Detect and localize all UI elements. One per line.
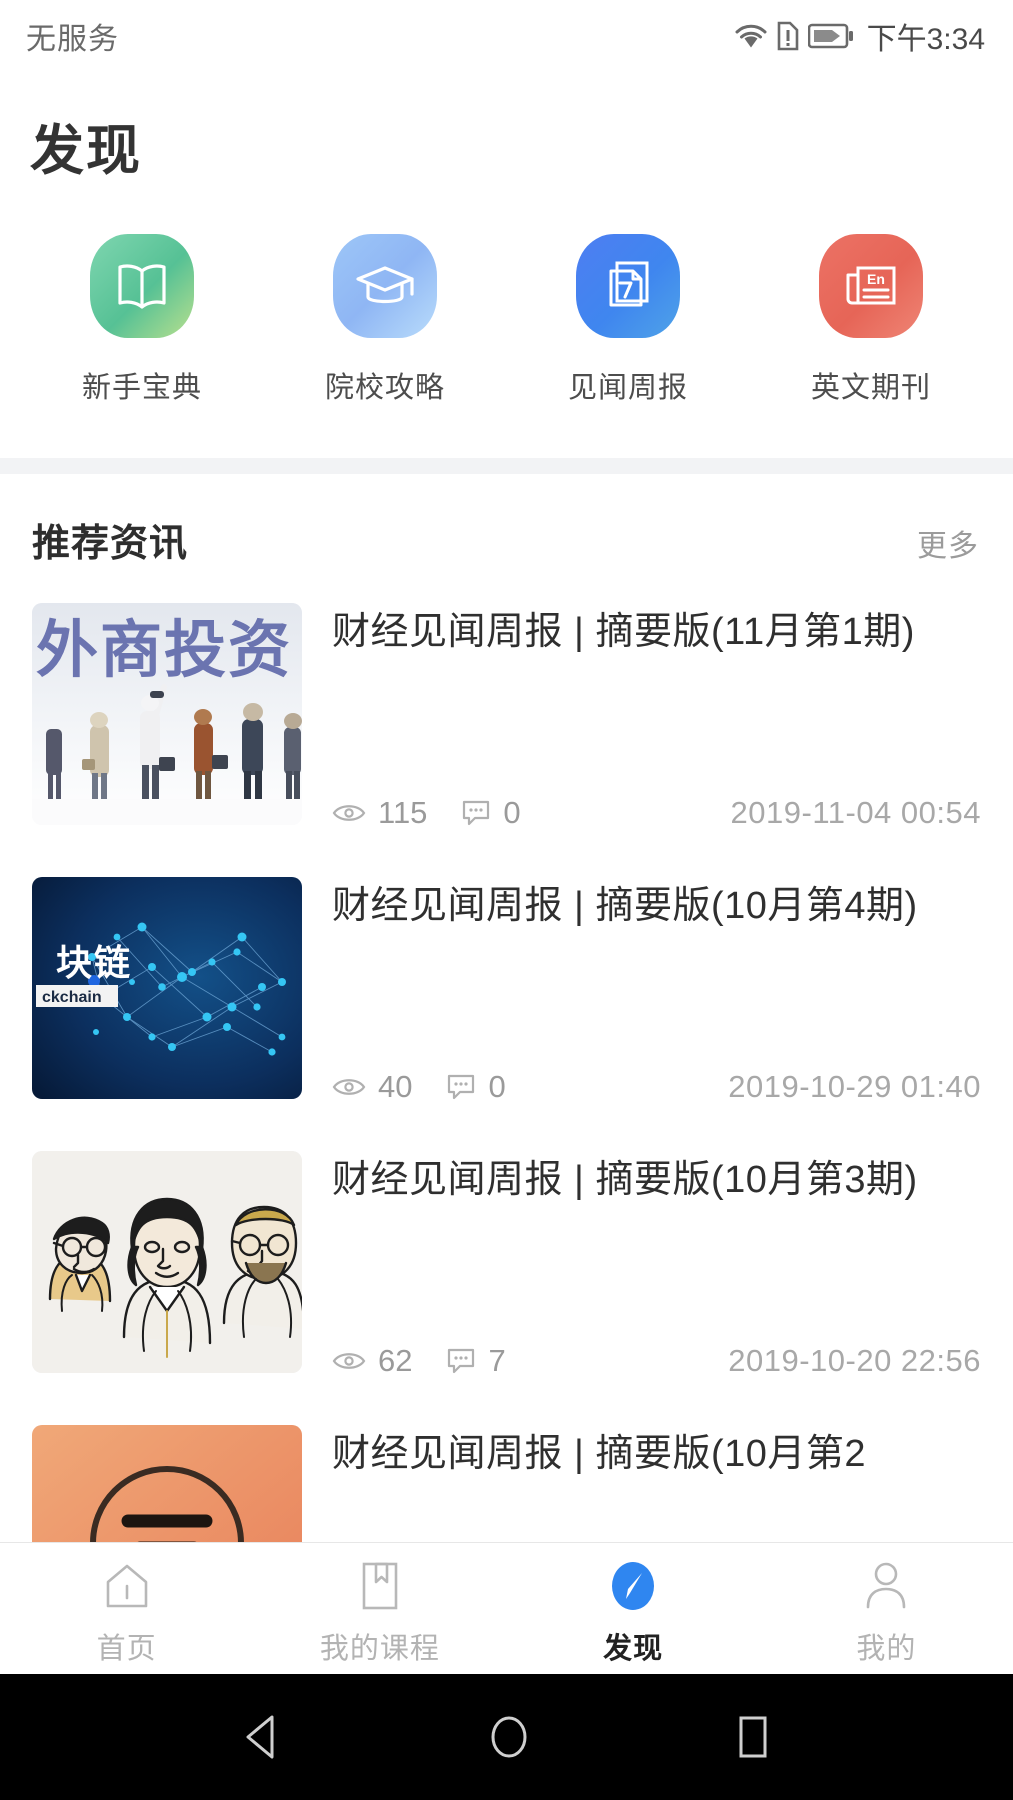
views-stat: 62 [332,1343,412,1379]
home-icon [104,1559,150,1613]
android-navigation-bar [0,1674,1013,1800]
list-item[interactable]: 外商投资 财经见闻周报 | 摘要版(11月第1期) 115 0 2019-11-… [0,589,1013,863]
back-triangle-icon[interactable] [240,1712,286,1762]
article-meta: 62 7 2019-10-20 22:56 [332,1343,981,1397]
views-stat: 40 [332,1069,412,1105]
article-date: 2019-10-20 22:56 [728,1343,981,1378]
nobel-portraits-thumb [32,1151,302,1373]
views-count: 115 [378,795,428,830]
shortcut-label: 英文期刊 [810,372,931,404]
eye-icon [332,1075,366,1099]
article-title: 财经见闻周报 | 摘要版(10月第2 [332,1433,867,1475]
eye-icon [332,801,366,825]
tab-my-courses[interactable]: 我的课程 [253,1559,506,1667]
article-meta: 40 0 2019-10-29 01:40 [332,1069,981,1123]
comments-stat: 7 [446,1343,506,1379]
sim-alert-icon [777,21,799,51]
shortcut-label: 新手宝典 [81,372,202,404]
status-bar: 无服务 下午3:34 [0,0,1013,72]
tab-label: 首页 [96,1633,157,1665]
section-divider [0,458,1013,474]
svg-text:ckchain: ckchain [42,989,102,1006]
home-circle-icon[interactable] [486,1711,532,1763]
comments-stat: 0 [461,795,521,831]
foreign-investment-thumb: 外商投资 [32,603,302,825]
open-book-icon [90,234,194,338]
article-date: 2019-10-29 01:40 [728,1069,981,1104]
shortcut-grid: 新手宝典 院校攻略 见闻周报 En 英文期刊 [0,178,1013,406]
bottom-tab-bar: 首页 我的课程 发现 我的 [0,1542,1013,1674]
article-date: 2019-11-04 00:54 [730,795,981,830]
views-count: 62 [378,1343,413,1378]
comments-count: 0 [503,795,521,830]
documents-7-icon [576,234,680,338]
bookmark-course-icon [360,1559,400,1613]
article-body: 财经见闻周报 | 摘要版(10月第3期) 62 7 2019-10-20 22:… [302,1151,981,1397]
eye-icon [332,1349,366,1373]
shortcut-item-journal[interactable]: En 英文期刊 [773,234,969,406]
list-item[interactable]: 财经见闻周报 | 摘要版(10月第3期) 62 7 2019-10-20 22:… [0,1137,1013,1411]
battery-charging-icon [807,23,854,49]
tab-discover[interactable]: 发现 [507,1559,760,1667]
section-title: 推荐资讯 [32,523,189,565]
comment-bubble-icon [446,1347,476,1375]
tab-label: 我的 [856,1633,917,1665]
newspaper-en-icon: En [819,234,923,338]
blockchain-thumb: 块链 ckchain [32,877,302,1099]
article-body: 财经见闻周报 | 摘要版(10月第4期) 40 0 2019-10-29 01:… [302,877,981,1123]
more-link[interactable]: 更多 [917,521,979,565]
carrier-label: 无服务 [26,23,119,56]
shortcut-label: 院校攻略 [324,372,445,404]
shortcut-item-guide[interactable]: 新手宝典 [44,234,240,406]
recommended-section-header: 推荐资讯 更多 [0,474,1013,567]
graduation-cap-icon [333,234,437,338]
article-title: 财经见闻周报 | 摘要版(10月第4期) [332,885,918,927]
tab-profile[interactable]: 我的 [760,1559,1013,1667]
list-item[interactable]: 块链 ckchain 财经见闻周报 | 摘要版(10月第4期) 40 0 201… [0,863,1013,1137]
shortcut-item-weekly[interactable]: 见闻周报 [530,234,726,406]
svg-text:块链: 块链 [56,942,132,983]
page-title: 发现 [30,121,142,181]
shortcut-item-school[interactable]: 院校攻略 [287,234,483,406]
comments-count: 7 [488,1343,506,1378]
views-count: 40 [378,1069,413,1104]
comments-count: 0 [488,1069,506,1104]
article-title: 财经见闻周报 | 摘要版(11月第1期) [332,611,915,653]
tab-label: 发现 [603,1633,664,1665]
clock-label: 下午3:34 [866,23,985,56]
compass-icon [606,1559,660,1613]
article-meta: 115 0 2019-11-04 00:54 [332,795,981,849]
recents-square-icon[interactable] [732,1712,774,1762]
status-icons: 下午3:34 [734,14,985,58]
tab-label: 我的课程 [319,1633,440,1665]
svg-text:外商投资: 外商投资 [36,616,292,685]
comments-stat: 0 [446,1069,506,1105]
comment-bubble-icon [446,1073,476,1101]
svg-text:En: En [867,271,885,287]
comment-bubble-icon [461,799,491,827]
person-icon [863,1559,909,1613]
wifi-icon [734,22,768,50]
shortcut-label: 见闻周报 [567,372,688,404]
article-title: 财经见闻周报 | 摘要版(10月第3期) [332,1159,918,1201]
tab-home[interactable]: 首页 [0,1559,253,1667]
app-screen: 无服务 下午3:34 发现 新手宝典 院校攻略 见闻周报 En 英文期刊 推荐资… [0,0,1013,1800]
views-stat: 115 [332,795,427,831]
article-body: 财经见闻周报 | 摘要版(11月第1期) 115 0 2019-11-04 00… [302,603,981,849]
